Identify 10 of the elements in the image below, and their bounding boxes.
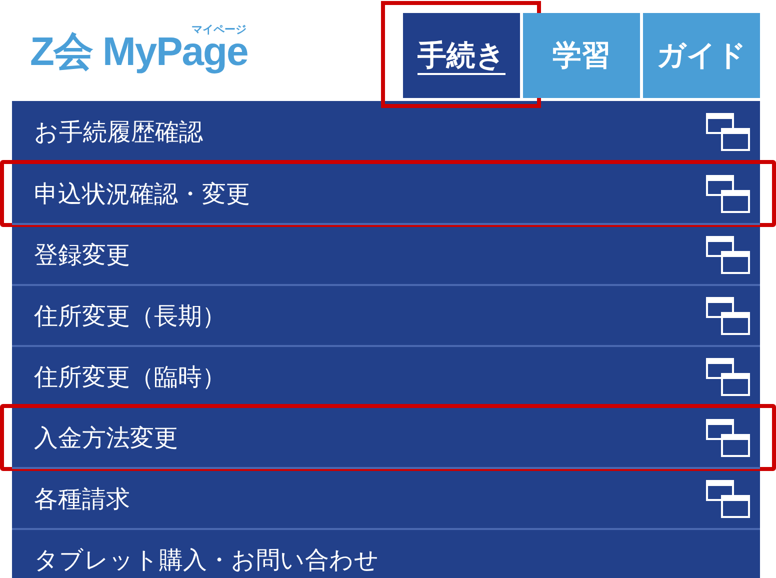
menu-item[interactable]: 住所変更（長期） [34, 298, 226, 334]
menu-item[interactable]: お手続履歴確認 [34, 114, 203, 150]
menu-item[interactable]: 各種請求 [34, 480, 130, 516]
menu-item[interactable]: タブレット購入・お問い合わせ [34, 542, 379, 578]
menu-item[interactable]: 住所変更（臨時） [34, 358, 226, 394]
logo-subtitle: マイページ [192, 24, 247, 35]
menu-item[interactable]: 入金方法変更 [34, 420, 178, 456]
menu-item[interactable]: 申込状況確認・変更 [34, 176, 250, 212]
menu-item[interactable]: 登録変更 [34, 236, 130, 272]
nav-tab[interactable]: 手続き [403, 13, 520, 98]
